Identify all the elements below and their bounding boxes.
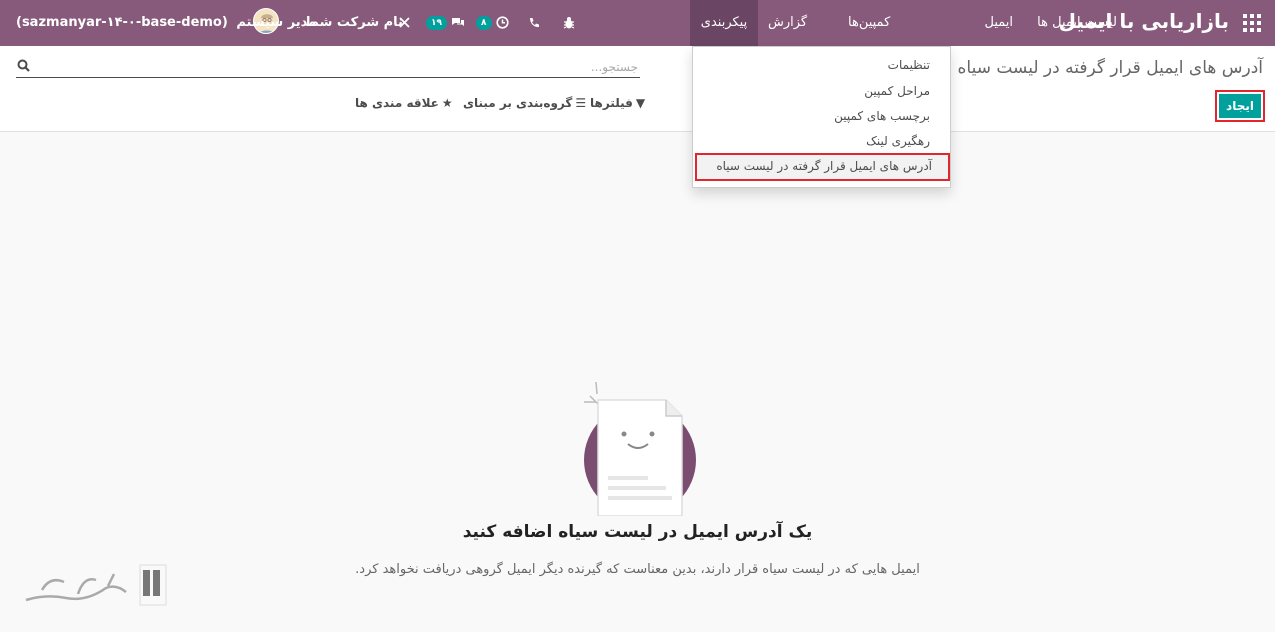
clock-icon [496, 16, 509, 29]
configuration-dropdown: تنظیمات مراحل کمپین برچسب های کمپین رهگی… [692, 46, 951, 188]
phone-icon[interactable] [528, 0, 540, 46]
favorites-label: علاقه مندی ها [355, 96, 439, 110]
groupby-label: گروه‌بندی بر مبنای [463, 96, 573, 110]
create-button-label: ایجاد [1219, 94, 1261, 118]
filters-label: فیلترها [590, 96, 633, 110]
watermark-logo [25, 564, 167, 606]
menu-item-campaign-stages[interactable]: مراحل کمپین [864, 84, 930, 98]
search-box [16, 56, 640, 78]
star-icon: ★ [441, 96, 453, 110]
company-switcher[interactable]: نام شرکت شما [306, 0, 403, 46]
debug-icon[interactable] [562, 0, 576, 46]
control-panel: آدرس های ایمیل قرار گرفته در لیست سیاه ا… [0, 46, 1275, 132]
apps-grid-icon[interactable] [1243, 14, 1261, 32]
menu-campaigns[interactable]: کمپین‌ها [838, 0, 900, 46]
page-title: آدرس های ایمیل قرار گرفته در لیست سیاه [957, 58, 1263, 78]
top-navbar: بازاریابی با ایمیل ایمیل لیست ایمیل ها ک… [0, 0, 1275, 46]
menu-item-link-tracker[interactable]: رهگیری لینک [866, 134, 930, 148]
user-menu[interactable]: (sazmanyar-۱۴-۰-base-demo) مدیر سیستم [16, 0, 316, 46]
menu-configuration[interactable]: پیکربندی [690, 0, 758, 46]
empty-state-title: یک آدرس ایمیل در لیست سیاه اضافه کنید [462, 522, 813, 542]
menu-mailing-lists[interactable]: لیست ایمیل ها [1027, 0, 1127, 46]
menu-item-settings[interactable]: تنظیمات [888, 58, 930, 72]
search-icon[interactable] [16, 58, 32, 74]
comments-icon [452, 18, 465, 26]
activity-count-badge: ۸ [476, 15, 492, 30]
bars-icon: ☰ [575, 96, 587, 110]
menu-item-blacklist[interactable]: آدرس های ایمیل قرار گرفته در لیست سیاه [695, 153, 950, 181]
favorites-button[interactable]: ★علاقه مندی ها [355, 96, 453, 110]
create-button[interactable]: ایجاد [1215, 90, 1265, 122]
empty-state-text: ایمیل هایی که در لیست سیاه قرار دارند، ب… [355, 562, 920, 577]
messaging-menu[interactable]: ۱۹ [426, 0, 465, 46]
database-name: (sazmanyar-۱۴-۰-base-demo) [16, 15, 228, 30]
menu-email[interactable]: ایمیل [974, 0, 1023, 46]
user-name: مدیر سیستم [236, 15, 317, 30]
groupby-button[interactable]: ☰گروه‌بندی بر مبنای [463, 96, 586, 110]
filter-icon: ▼ [635, 96, 646, 110]
menu-item-blacklist-label: آدرس های ایمیل قرار گرفته در لیست سیاه [716, 159, 932, 173]
message-count-badge: ۱۹ [426, 15, 447, 30]
empty-document-illustration [584, 381, 696, 516]
menu-item-campaign-tags[interactable]: برچسب های کمپین [834, 109, 930, 123]
search-input[interactable] [38, 56, 638, 77]
menu-reporting[interactable]: گزارش [758, 0, 817, 46]
activity-menu[interactable]: ۸ [476, 0, 509, 46]
filters-button[interactable]: ▼فیلترها [590, 96, 645, 110]
